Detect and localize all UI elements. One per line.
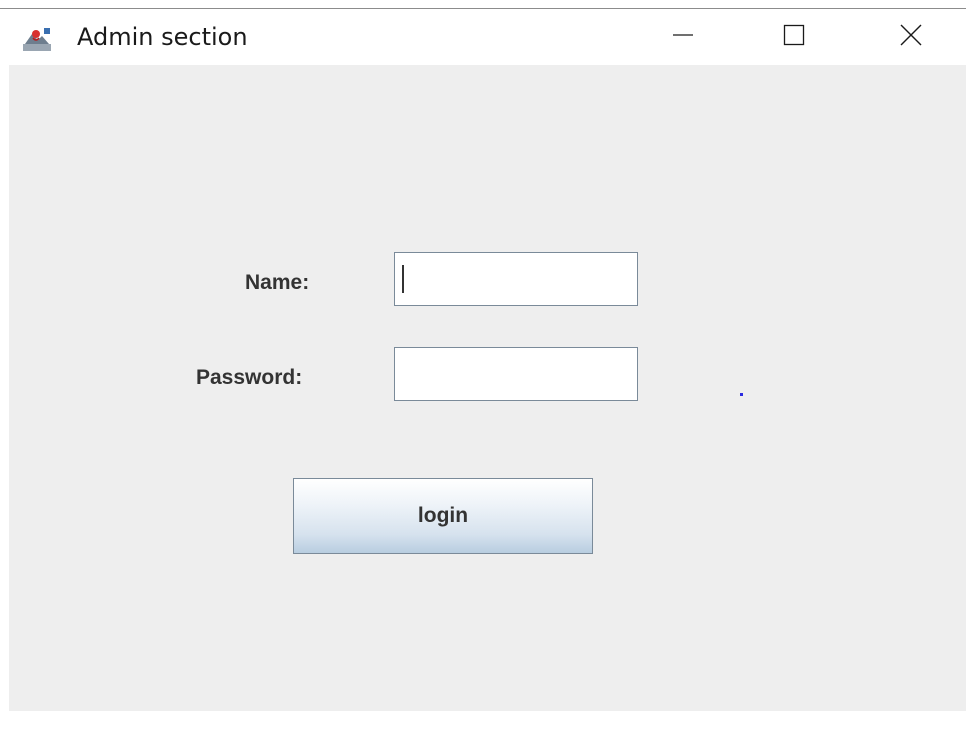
maximize-icon bbox=[783, 24, 805, 50]
java-cup-icon bbox=[22, 26, 52, 52]
name-field[interactable] bbox=[394, 252, 638, 306]
password-label: Password: bbox=[196, 366, 303, 389]
maximize-button[interactable] bbox=[764, 9, 824, 65]
close-icon bbox=[899, 23, 923, 51]
close-button[interactable] bbox=[881, 9, 941, 65]
content-panel: Name: Password: login bbox=[9, 65, 966, 711]
minimize-button[interactable] bbox=[653, 9, 713, 65]
stray-dot bbox=[740, 393, 743, 396]
title-bar[interactable]: Admin section bbox=[0, 9, 966, 65]
login-button[interactable]: login bbox=[293, 478, 593, 554]
window-title: Admin section bbox=[77, 23, 248, 51]
minimize-icon bbox=[672, 24, 694, 50]
password-field[interactable] bbox=[394, 347, 638, 401]
name-label: Name: bbox=[245, 271, 310, 294]
admin-window: Admin section Name: Password: login bbox=[0, 0, 966, 738]
text-caret bbox=[402, 265, 404, 293]
